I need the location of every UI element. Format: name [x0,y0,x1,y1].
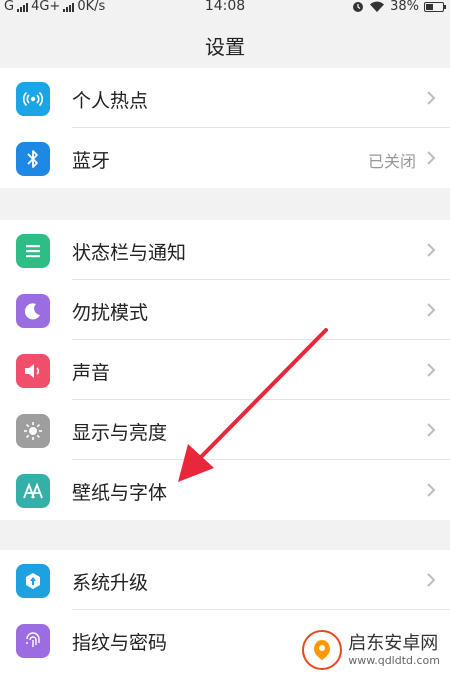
setting-row-system-update[interactable]: 系统升级 [0,550,450,610]
chevron-right-icon [427,91,436,105]
notification-icon [16,234,50,268]
chevron-right-icon [427,303,436,317]
speaker-icon [16,354,50,388]
bluetooth-icon [16,142,50,176]
alarm-icon [353,1,364,12]
chevron-right-icon [427,243,436,257]
status-bar: G 4G+ 0K/s 14:08 38% [0,0,450,14]
hotspot-icon [16,82,50,116]
watermark-title: 启东安卓网 [348,632,439,654]
setting-value: 已关闭 [367,152,416,171]
watermark-logo-icon [302,630,343,670]
setting-label: 勿扰模式 [72,302,149,324]
chevron-right-icon [427,483,436,497]
font-icon [16,474,50,508]
setting-row-display[interactable]: 显示与亮度 [0,400,450,460]
setting-row-wallpaper-font[interactable]: 壁纸与字体 [0,460,450,520]
settings-group-1: 个人热点 蓝牙 已关闭 [0,68,450,188]
setting-label: 壁纸与字体 [72,482,168,504]
battery-icon [424,1,446,12]
battery-percent: 38% [390,0,419,14]
chevron-right-icon [427,573,436,587]
setting-label: 指纹与密码 [72,632,168,654]
setting-label: 系统升级 [72,572,149,594]
watermark-subtitle: www.qdldtd.com [348,653,440,667]
setting-label: 显示与亮度 [72,422,168,444]
setting-row-do-not-disturb[interactable]: 勿扰模式 [0,280,450,340]
setting-row-bluetooth[interactable]: 蓝牙 已关闭 [0,128,450,188]
moon-icon [16,294,50,328]
settings-group-2: 状态栏与通知 勿扰模式 声音 显示与亮度 壁纸与字体 [0,220,450,520]
watermark: 启东安卓网 www.qdldtd.com [298,628,444,672]
wifi-icon [370,1,385,12]
setting-label: 状态栏与通知 [72,242,187,264]
setting-row-hotspot[interactable]: 个人热点 [0,68,450,128]
setting-label: 声音 [72,362,111,384]
setting-row-sound[interactable]: 声音 [0,340,450,400]
setting-row-status-bar[interactable]: 状态栏与通知 [0,220,450,280]
setting-label: 蓝牙 [72,150,111,172]
chevron-right-icon [427,151,436,165]
brightness-icon [16,414,50,448]
upgrade-icon [16,564,50,598]
status-right: 38% [352,0,446,14]
fingerprint-icon [16,624,50,658]
chevron-right-icon [427,363,436,377]
chevron-right-icon [427,423,436,437]
setting-label: 个人热点 [72,90,149,112]
